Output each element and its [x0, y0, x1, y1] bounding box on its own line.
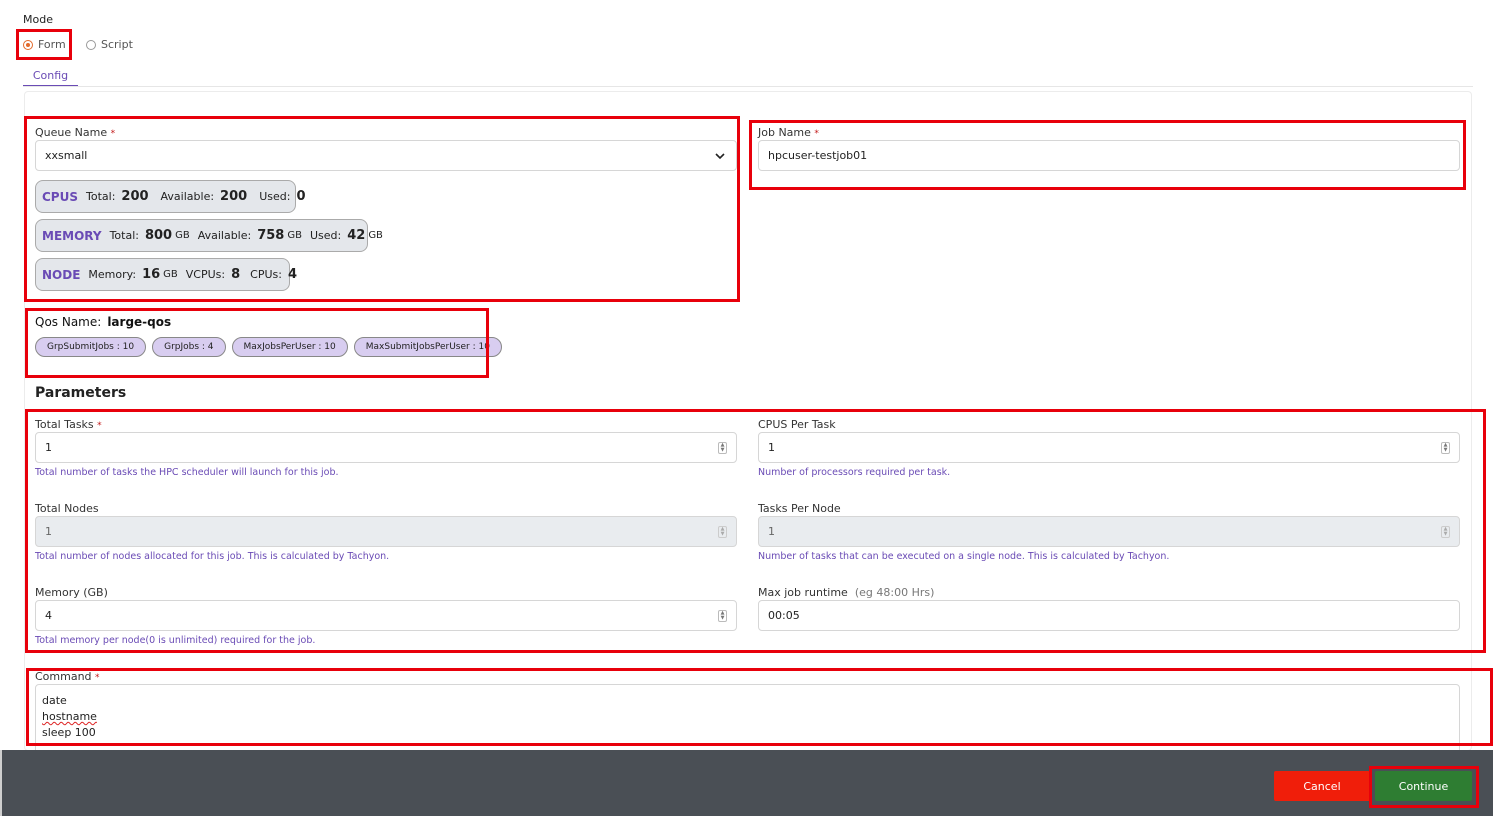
cancel-button[interactable]: Cancel — [1274, 771, 1370, 801]
command-label: Command * — [35, 670, 100, 683]
cpus-per-task-value: 1 — [768, 441, 775, 454]
node-memory: 16 — [142, 267, 161, 282]
job-name-value: hpcuser-testjob01 — [768, 149, 868, 162]
tasks-per-node-input: 1 ▲ ▼ — [758, 516, 1460, 547]
qos-tags: GrpSubmitJobs : 10 GrpJobs : 4 MaxJobsPe… — [35, 337, 502, 357]
qos-tag: GrpJobs : 4 — [152, 337, 226, 357]
tasks-per-node-help: Number of tasks that can be executed on … — [758, 551, 1170, 562]
qos-tag: GrpSubmitJobs : 10 — [35, 337, 147, 357]
tab-divider — [23, 86, 1473, 87]
mode-option-form[interactable]: Form — [23, 38, 66, 51]
cpus-per-task-help: Number of processors required per task. — [758, 467, 951, 478]
stepper-icon[interactable]: ▲ ▼ — [718, 441, 727, 454]
chevron-down-icon[interactable] — [713, 149, 727, 163]
tab-config[interactable]: Config — [23, 69, 78, 86]
total-tasks-label: Total Tasks * — [35, 418, 102, 431]
max-runtime-hint: (eg 48:00 Hrs) — [854, 586, 935, 599]
footer-bar — [0, 750, 1493, 816]
qos-tag: MaxSubmitJobsPerUser : 10 — [353, 337, 502, 357]
command-textarea[interactable]: date hostname sleep 100 — [35, 684, 1460, 754]
mode-option-script-label: Script — [101, 38, 133, 51]
max-runtime-input[interactable]: 00:05 — [758, 600, 1460, 631]
mode-option-script[interactable]: Script — [86, 38, 133, 51]
memory-summary: MEMORY Total: 800 GB Available: 758 GB Used:… — [35, 219, 383, 252]
radio-checked-icon[interactable] — [23, 39, 33, 50]
queue-name-value: xxsmall — [45, 149, 88, 162]
total-tasks-help: Total number of tasks the HPC scheduler … — [35, 467, 339, 478]
qos-name: Qos Name: large-qos — [35, 315, 172, 329]
queue-name-select[interactable]: xxsmall — [35, 140, 737, 171]
stepper-icon[interactable]: ▲ ▼ — [1441, 441, 1450, 454]
job-name-input[interactable]: hpcuser-testjob01 — [758, 140, 1460, 171]
cpus-title: CPUS — [42, 189, 78, 204]
node-title: NODE — [42, 267, 81, 282]
memory-total: 800 — [144, 228, 173, 243]
total-nodes-help: Total number of nodes allocated for this… — [35, 551, 390, 562]
continue-button[interactable]: Continue — [1375, 771, 1472, 801]
tasks-per-node-value: 1 — [768, 525, 775, 538]
stepper-icon[interactable]: ▲ ▼ — [718, 609, 727, 622]
node-summary: NODE Memory: 16 GB VCPUs: 8 CPUs: 4 — [35, 258, 297, 291]
radio-unchecked-icon[interactable] — [86, 39, 96, 50]
node-cpus: 4 — [287, 267, 297, 282]
memory-gb-input[interactable]: 4 ▲ ▼ — [35, 600, 737, 631]
node-vcpus: 8 — [231, 267, 241, 282]
memory-gb-help: Total memory per node(0 is unlimited) re… — [35, 635, 316, 646]
total-nodes-label: Total Nodes — [35, 502, 99, 515]
cpus-per-task-label: CPUS Per Task — [758, 418, 836, 431]
command-line: date — [42, 694, 67, 707]
tasks-per-node-label: Tasks Per Node — [758, 502, 841, 515]
mode-label: Mode — [23, 13, 53, 26]
max-runtime-label: Max job runtime (eg 48:00 Hrs) — [758, 586, 935, 599]
cpus-used: 0 — [296, 189, 306, 204]
memory-used: 42 — [347, 228, 366, 243]
total-tasks-input[interactable]: 1 ▲ ▼ — [35, 432, 737, 463]
memory-available: 758 — [257, 228, 285, 243]
cpus-total: 200 — [121, 189, 149, 204]
cpus-per-task-input[interactable]: 1 ▲ ▼ — [758, 432, 1460, 463]
stepper-icon: ▲ ▼ — [1441, 525, 1450, 538]
stepper-icon: ▲ ▼ — [718, 525, 727, 538]
qos-value: large-qos — [107, 315, 172, 329]
queue-name-label: Queue Name * — [35, 126, 116, 139]
command-line: sleep 100 — [42, 726, 96, 739]
total-nodes-input: 1 ▲ ▼ — [35, 516, 737, 547]
max-runtime-value: 00:05 — [768, 609, 800, 622]
qos-tag: MaxJobsPerUser : 10 — [231, 337, 348, 357]
cpus-available: 200 — [220, 189, 248, 204]
cpus-summary: CPUS Total: 200 Available: 200 Used: 0 — [35, 180, 305, 213]
mode-option-form-label: Form — [38, 38, 66, 51]
memory-title: MEMORY — [42, 228, 102, 243]
total-tasks-value: 1 — [45, 441, 52, 454]
memory-gb-label: Memory (GB) — [35, 586, 108, 599]
command-line: hostname — [42, 710, 97, 723]
total-nodes-value: 1 — [45, 525, 52, 538]
parameters-title: Parameters — [35, 385, 127, 401]
memory-gb-value: 4 — [45, 609, 52, 622]
job-name-label: Job Name * — [758, 126, 819, 139]
